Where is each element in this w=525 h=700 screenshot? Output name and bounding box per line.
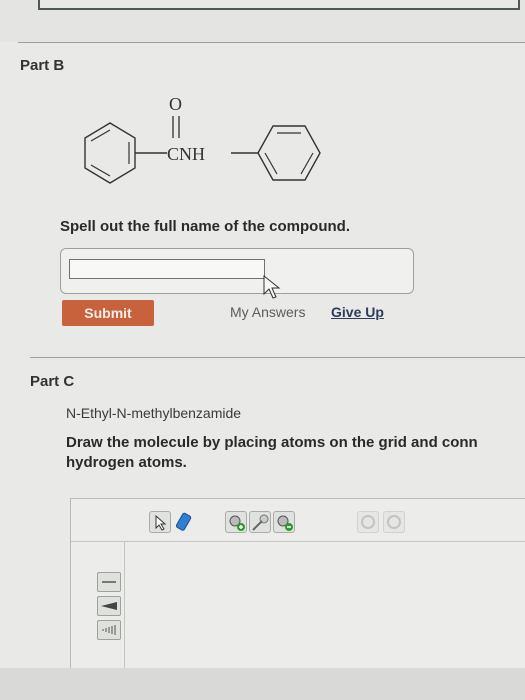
mouse-cursor-icon <box>263 274 281 299</box>
hash-bond-icon[interactable] <box>97 620 121 640</box>
instruction-line-1: Draw the molecule by placing atoms on th… <box>66 434 478 451</box>
part-b-prompt: Spell out the full name of the compound. <box>60 218 350 235</box>
editor-toolbar <box>71 499 525 542</box>
answer-input[interactable] <box>69 259 265 279</box>
part-b-title: Part B <box>20 57 65 74</box>
wedge-bond-icon[interactable] <box>97 596 121 616</box>
part-c-title: Part C <box>30 373 75 390</box>
page-bottom <box>0 668 525 700</box>
divider <box>30 357 525 358</box>
instruction-line-2: hydrogen atoms. <box>66 454 187 471</box>
part-c-instruction: Draw the molecule by placing atoms on th… <box>66 433 525 473</box>
single-bond-icon[interactable] <box>97 572 121 592</box>
cnh-label: CNH <box>167 144 205 164</box>
molecule-drawing-editor[interactable] <box>70 498 525 670</box>
compound-name: N-Ethyl-N-methylbenzamide <box>66 405 242 421</box>
add-atom-icon[interactable] <box>225 511 247 533</box>
oxygen-label: O <box>169 94 182 114</box>
give-up-link[interactable]: Give Up <box>331 304 384 320</box>
undo-icon[interactable] <box>357 511 379 533</box>
remove-atom-icon[interactable] <box>273 511 295 533</box>
select-tool-icon[interactable] <box>149 511 171 533</box>
answer-area <box>60 248 414 294</box>
previous-part-area <box>0 0 525 42</box>
redo-icon[interactable] <box>383 511 405 533</box>
my-answers-link[interactable]: My Answers <box>230 304 305 320</box>
editor-side-toolbar <box>93 542 125 669</box>
benzanilide-structure: O CNH <box>84 94 321 184</box>
eraser-icon[interactable] <box>173 511 193 531</box>
previous-answer-box <box>38 0 520 10</box>
bond-tool-icon[interactable] <box>249 511 271 533</box>
submit-button[interactable]: Submit <box>62 300 154 326</box>
divider <box>18 42 525 43</box>
